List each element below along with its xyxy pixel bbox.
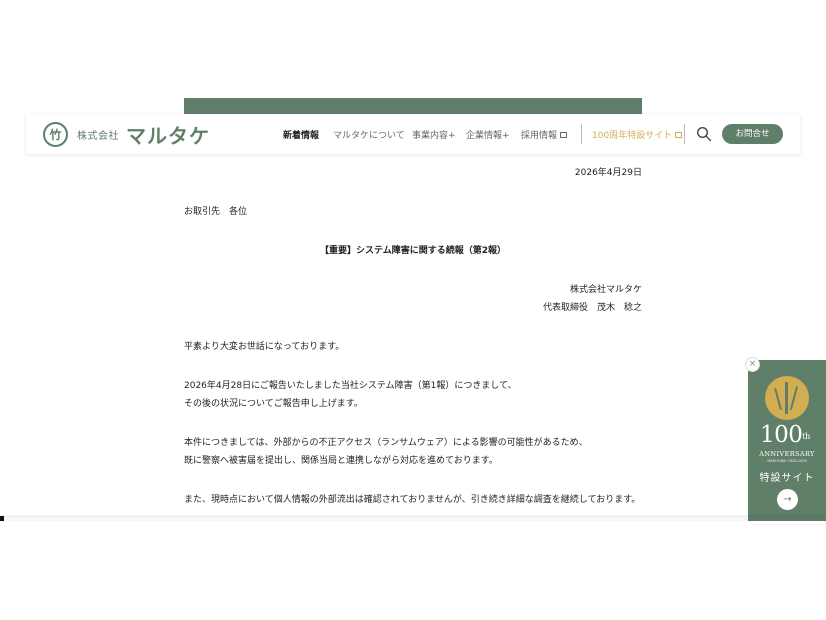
site-header: 竹 株式会社 マルタケ 新着情報 マルタケについて 事業内容+ 企業情報+ 採用…: [26, 114, 800, 154]
nav-about[interactable]: マルタケについて: [333, 128, 405, 141]
contact-button[interactable]: お問合せ: [722, 124, 783, 144]
bamboo-emblem-icon: [765, 376, 809, 420]
body-paragraph: 既に警察へ被害届を提出し、関係当局と連携しながら対応を進めております。: [184, 456, 498, 466]
logo-company[interactable]: 株式会社: [77, 127, 119, 142]
anniversary-banner[interactable]: 100th ANNIVERSARY MARUTAKE 1926-2026 特設サ…: [748, 360, 826, 521]
body-paragraph: 平素より大変お世話になっております。: [184, 342, 345, 352]
logo-wordmark[interactable]: マルタケ: [126, 120, 210, 149]
page-viewport: 竹 株式会社 マルタケ 新着情報 マルタケについて 事業内容+ 企業情報+ 採用…: [0, 0, 826, 521]
anniversary-sub: MARUTAKE 1926-2026: [767, 459, 807, 463]
nav-100th-site[interactable]: 100周年特設サイト: [592, 128, 683, 141]
sender-person: 代表取締役 茂木 稔之: [542, 303, 642, 313]
anniversary-site-label: 特設サイト: [759, 473, 815, 484]
body-paragraph: その後の状況についてご報告申し上げます。: [184, 399, 363, 409]
nav-divider: [684, 124, 685, 144]
external-link-icon: [675, 132, 683, 138]
body-paragraph: また、現時点において個人情報の外部流出は確認されておりませんが、引き続き詳細な調…: [184, 495, 641, 505]
anniversary-number: 100th: [760, 422, 810, 448]
nav-news[interactable]: 新着情報: [283, 128, 319, 141]
nav-company[interactable]: 企業情報+: [466, 128, 510, 141]
search-icon[interactable]: [696, 126, 712, 142]
external-link-icon: [560, 132, 568, 138]
body-paragraph: 2026年4月28日にご報告いたしました当社システム障害（第1報）につきまして、: [184, 381, 517, 391]
document-title: 【重要】システム障害に関する続報（第2報）: [320, 246, 506, 256]
arrow-right-icon[interactable]: →: [777, 489, 798, 510]
viewport-shadow: [0, 515, 826, 521]
body-paragraph: 本件につきましては、外部からの不正アクセス（ランサムウェア）による影響の可能性が…: [184, 438, 588, 448]
corner-mark: [0, 516, 4, 521]
logo-mark-icon[interactable]: 竹: [43, 122, 68, 147]
anniversary-word: ANNIVERSARY: [759, 450, 815, 458]
nav-divider: [581, 124, 582, 144]
nav-recruit[interactable]: 採用情報: [521, 128, 568, 141]
close-icon[interactable]: ×: [745, 357, 760, 372]
document-date: 2026年4月29日: [574, 168, 642, 178]
sender-company: 株式会社マルタケ: [569, 285, 642, 295]
document-addressee: お取引先 各位: [184, 207, 248, 217]
nav-business[interactable]: 事業内容+: [412, 128, 456, 141]
